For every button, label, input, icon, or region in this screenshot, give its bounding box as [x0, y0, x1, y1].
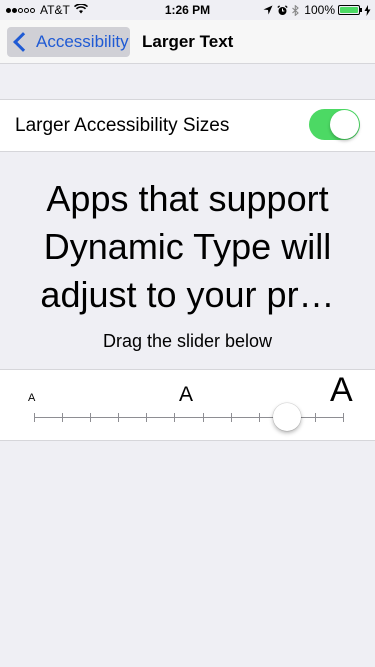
larger-accessibility-sizes-switch[interactable] [309, 109, 360, 140]
battery-percentage: 100% [304, 3, 335, 17]
slider-tick [259, 413, 260, 422]
larger-accessibility-sizes-row: Larger Accessibility Sizes [0, 99, 375, 152]
page-title: Larger Text [142, 32, 234, 51]
status-bar: AT&T 1:26 PM 100% [0, 0, 375, 20]
switch-knob [330, 110, 359, 139]
slider-tick [146, 413, 147, 422]
slider-tick [231, 413, 232, 422]
location-arrow-icon [263, 5, 273, 15]
navigation-bar: Accessibility Larger Text [0, 20, 375, 64]
alarm-clock-icon [277, 4, 288, 16]
slider-hint-text: Drag the slider below [102, 331, 273, 351]
slider-tick [34, 413, 35, 422]
text-size-slider-panel: A A A [0, 369, 375, 441]
small-text-size-label: A [28, 392, 36, 404]
slider-tick [203, 413, 204, 422]
larger-accessibility-sizes-label: Larger Accessibility Sizes [15, 115, 230, 136]
dynamic-type-preview-text: Apps that support Dynamic Type will adju… [40, 178, 335, 315]
status-right: 100% [259, 3, 371, 17]
bluetooth-icon [292, 4, 300, 16]
large-text-size-label: A [330, 371, 353, 409]
slider-tick [174, 413, 175, 422]
battery-icon [338, 5, 362, 15]
back-button-label: Accessibility [36, 32, 129, 51]
slider-tick [90, 413, 91, 422]
medium-text-size-label: A [179, 383, 194, 406]
chevron-left-icon [13, 32, 33, 52]
text-size-slider-thumb[interactable] [272, 403, 301, 431]
back-button[interactable]: Accessibility [7, 27, 130, 57]
slider-tick [62, 413, 63, 422]
charging-bolt-icon [364, 4, 371, 16]
slider-tick [343, 413, 344, 422]
slider-tick [315, 413, 316, 422]
slider-tick [118, 413, 119, 422]
